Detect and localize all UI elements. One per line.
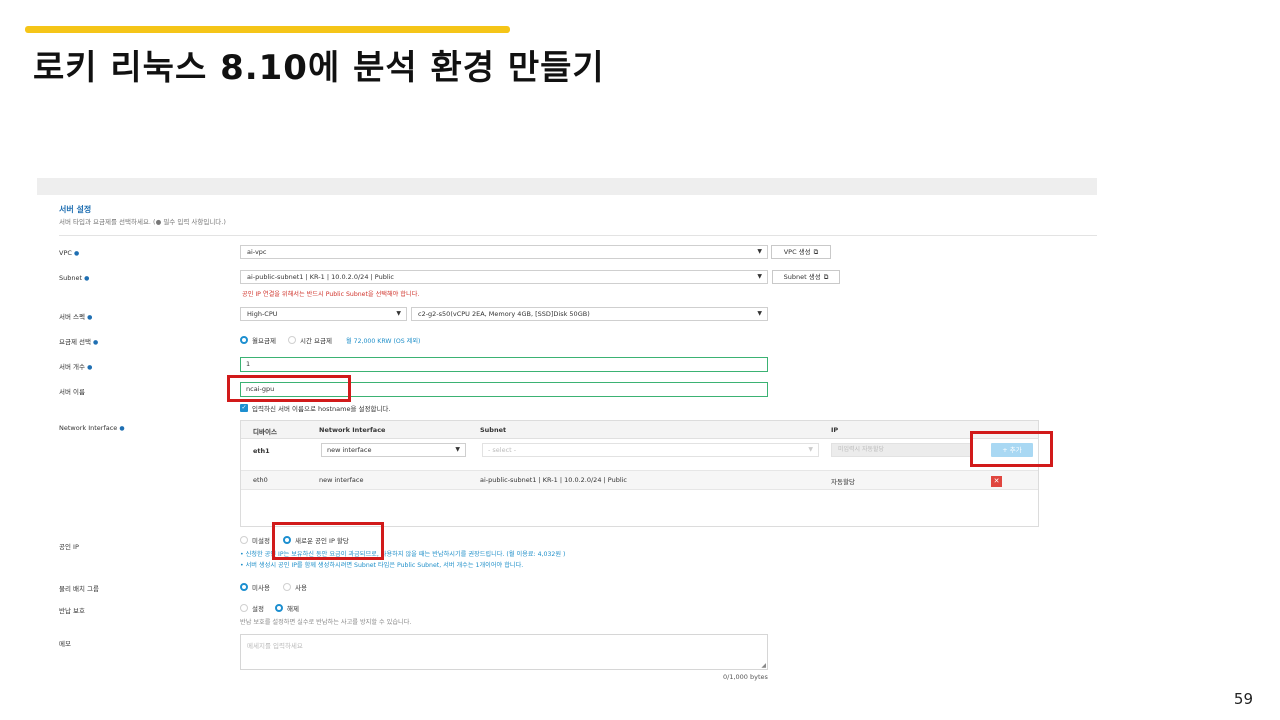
column-subnet: Subnet	[480, 426, 507, 434]
radio-empty-icon	[240, 604, 248, 612]
new-subnet-select[interactable]: - select - ▼	[482, 443, 819, 457]
server-type-value: High-CPU	[247, 310, 278, 318]
row-subnet: ai-public-subnet1 | KR-1 | 10.0.2.0/24 |…	[480, 476, 628, 484]
check-icon: ✓	[240, 404, 248, 412]
screenshot-top-band	[37, 178, 1097, 195]
public-ip-note-2: • 서버 생성시 공인 IP를 함께 생성하시려면 Subnet 타입은 Pub…	[240, 562, 524, 569]
public-ip-label: 공인 IP	[59, 543, 79, 551]
section-divider	[59, 235, 1097, 236]
public-ip-none-label: 미설정	[252, 537, 270, 545]
column-network-interface: Network Interface	[319, 426, 386, 434]
memo-label: 메모	[59, 640, 71, 648]
highlight-box-server-name	[227, 375, 351, 402]
return-protection-label: 반납 보호	[59, 607, 85, 615]
external-link-icon: ⧉	[823, 273, 829, 281]
radio-selected-icon	[240, 583, 248, 591]
placement-group-label: 물리 배치 그룹	[59, 585, 100, 593]
column-ip: IP	[831, 426, 839, 434]
resize-grip-icon[interactable]: ◢	[761, 662, 766, 669]
required-mark: ●	[93, 339, 99, 346]
hostname-checkbox-label: 입력하신 서버 이름으로 hostname을 설정합니다.	[252, 405, 391, 413]
subnet-warning: 공인 IP 연결을 위해서는 반드시 Public Subnet을 선택해야 합…	[242, 291, 420, 298]
pricing-hourly-label: 시간 요금제	[300, 337, 332, 345]
pricing-monthly-radio[interactable]: 월요금제	[240, 335, 276, 345]
pricing-hourly-radio[interactable]: 시간 요금제	[288, 335, 332, 345]
vpc-create-button[interactable]: VPC 생성 ⧉	[771, 245, 831, 259]
subnet-select-value: ai-public-subnet1 | KR-1 | 10.0.2.0/24 |…	[247, 273, 395, 281]
required-mark: ●	[119, 425, 125, 432]
section-title: 서버 설정	[59, 205, 92, 214]
server-spec-label: 서버 스펙 ●	[59, 313, 93, 321]
chevron-down-icon: ▼	[808, 446, 813, 453]
highlight-box-add-button	[970, 431, 1053, 467]
network-interface-table-header: 디바이스 Network Interface Subnet IP	[241, 421, 1038, 439]
server-count-label: 서버 개수 ●	[59, 363, 93, 371]
protection-on-radio[interactable]: 설정	[240, 603, 264, 613]
chevron-down-icon: ▼	[757, 310, 762, 317]
hostname-checkbox[interactable]: ✓ 입력하신 서버 이름으로 hostname을 설정합니다.	[240, 403, 390, 413]
row-device: eth0	[253, 476, 268, 484]
pricing-label: 요금제 선택 ●	[59, 338, 99, 346]
new-ip-input[interactable]: 미입력시 자동할당	[831, 443, 971, 457]
placement-used-radio[interactable]: 사용	[283, 582, 307, 592]
pricing-monthly-label: 월요금제	[252, 337, 276, 345]
protection-off-label: 해제	[287, 605, 299, 613]
required-mark: ●	[87, 314, 93, 321]
chevron-down-icon: ▼	[455, 446, 460, 453]
chevron-down-icon: ▼	[396, 310, 401, 317]
network-interface-label: Network Interface ●	[59, 424, 125, 432]
radio-empty-icon	[283, 583, 291, 591]
subnet-select[interactable]: ai-public-subnet1 | KR-1 | 10.0.2.0/24 |…	[240, 270, 768, 284]
required-mark: ●	[73, 250, 80, 257]
placement-unused-radio[interactable]: 미사용	[240, 582, 270, 592]
section-description: 서버 타입과 요금제를 선택하세요. (● 필수 입력 사항입니다.)	[59, 218, 226, 226]
new-row-device: eth1	[253, 447, 270, 455]
title-accent-bar	[25, 26, 510, 33]
chevron-down-icon: ▼	[757, 273, 762, 280]
vpc-select-value: ai-vpc	[247, 248, 267, 256]
chevron-down-icon: ▼	[757, 248, 762, 255]
server-settings-screenshot: 서버 설정 서버 타입과 요금제를 선택하세요. (● 필수 입력 사항입니다.…	[37, 178, 1097, 681]
new-subnet-placeholder: - select -	[488, 446, 517, 454]
subnet-create-button[interactable]: Subnet 생성 ⧉	[772, 270, 840, 284]
slide-title: 로키 리눅스 8.10에 분석 환경 만들기	[33, 48, 605, 88]
highlight-box-public-ip	[272, 522, 384, 560]
radio-selected-icon	[240, 336, 248, 344]
server-spec-select[interactable]: c2-g2-s50(vCPU 2EA, Memory 4GB, [SSD]Dis…	[411, 307, 768, 321]
vpc-select[interactable]: ai-vpc ▼	[240, 245, 768, 259]
required-mark: ●	[84, 275, 90, 282]
radio-selected-icon	[275, 604, 283, 612]
table-row: eth0 new interface ai-public-subnet1 | K…	[241, 470, 1038, 490]
delete-icon[interactable]: ✕	[991, 476, 1002, 487]
external-link-icon: ⧉	[813, 248, 819, 256]
protection-off-radio[interactable]: 해제	[275, 603, 299, 613]
vpc-label: VPC ●	[59, 249, 80, 257]
server-type-select[interactable]: High-CPU ▼	[240, 307, 407, 321]
server-name-label: 서버 이름	[59, 388, 85, 396]
network-interface-table: 디바이스 Network Interface Subnet IP eth1 ne…	[240, 420, 1039, 527]
column-device: 디바이스	[253, 428, 277, 436]
required-mark: ●	[87, 364, 93, 371]
memo-textarea[interactable]: 메세지를 입력하세요 ◢	[240, 634, 768, 670]
page-number: 59	[1233, 690, 1253, 708]
subnet-label: Subnet ●	[59, 274, 90, 282]
radio-empty-icon	[240, 536, 248, 544]
server-count-input[interactable]: 1	[240, 357, 768, 372]
memo-byte-count: 0/1,000 bytes	[723, 673, 768, 681]
row-ip: 자동할당	[831, 478, 855, 486]
public-ip-none-radio[interactable]: 미설정	[240, 535, 270, 545]
pricing-price: 월 72,000 KRW (OS 제외)	[346, 338, 421, 345]
new-interface-value: new interface	[327, 446, 372, 454]
memo-placeholder: 메세지를 입력하세요	[247, 642, 303, 650]
new-interface-select[interactable]: new interface ▼	[321, 443, 466, 457]
protection-on-label: 설정	[252, 605, 264, 613]
placement-unused-label: 미사용	[252, 584, 270, 592]
radio-empty-icon	[288, 336, 296, 344]
return-protection-note: 반납 보호를 설정하면 실수로 반납하는 사고를 방지할 수 있습니다.	[240, 619, 412, 626]
row-interface: new interface	[319, 476, 364, 484]
placement-used-label: 사용	[295, 584, 307, 592]
server-spec-value: c2-g2-s50(vCPU 2EA, Memory 4GB, [SSD]Dis…	[418, 310, 590, 318]
vpc-create-label: VPC 생성	[783, 248, 811, 256]
subnet-create-label: Subnet 생성	[783, 273, 821, 281]
